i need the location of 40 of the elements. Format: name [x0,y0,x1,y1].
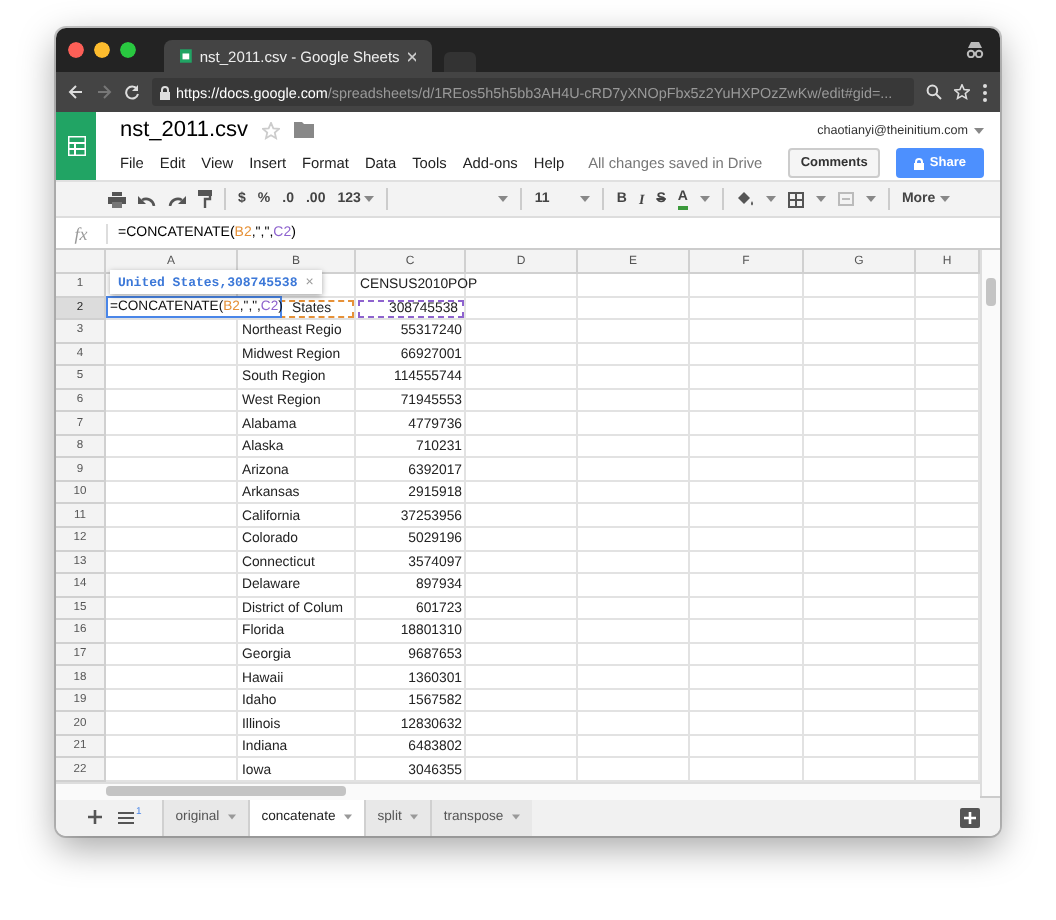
caret-icon [765,196,776,202]
kebab-menu-icon[interactable] [982,83,988,101]
star-icon[interactable] [262,121,281,139]
redo-icon[interactable] [168,193,186,205]
reload-icon[interactable] [124,84,140,100]
back-icon[interactable] [68,84,84,100]
folder-icon[interactable] [294,122,315,138]
close-icon[interactable] [407,51,416,61]
horizontal-scrollbar-thumb[interactable] [106,786,346,797]
font-dropdown-caret-icon [498,196,509,202]
close-window-icon[interactable] [68,42,84,58]
lock-icon [160,85,170,99]
print-icon[interactable] [108,191,126,207]
sheets-logo-icon[interactable] [67,136,85,156]
caret-icon [865,196,876,202]
function-label: fx [56,223,108,243]
caret-icon [699,196,710,202]
lock-icon [913,157,924,169]
caret-icon [815,196,826,202]
merge-cells-icon [837,192,854,206]
borders-icon[interactable] [787,191,804,207]
explore-icon[interactable] [960,807,980,827]
star-icon[interactable] [954,84,970,100]
caret-icon [939,196,950,202]
zoom-icon[interactable] [926,84,942,100]
fill-color-icon[interactable] [735,191,754,207]
add-sheet-icon[interactable] [88,810,102,824]
spreadsheet-icon [180,48,192,64]
caret-icon [364,196,375,202]
vertical-scrollbar-thumb[interactable] [986,278,996,306]
incognito-icon [966,42,984,58]
maximize-window-icon[interactable] [120,42,136,58]
caret-icon [580,196,591,202]
caret-icon [974,127,984,133]
minimize-window-icon[interactable] [94,42,110,58]
sheet-list-icon[interactable] [118,811,134,823]
undo-icon[interactable] [138,193,156,205]
caret-icon[interactable] [343,814,352,820]
document-title[interactable]: nst_2011.csv [120,118,249,142]
paint-format-icon[interactable] [198,190,212,208]
